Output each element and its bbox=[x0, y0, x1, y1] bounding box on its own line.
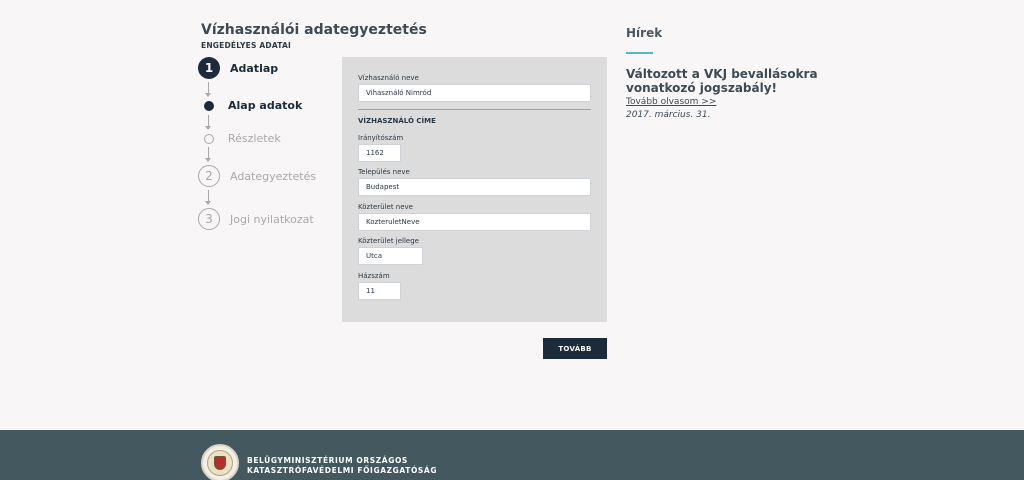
footer-org-line1: BELÜGYMINISZTÉRIUM ORSZÁGOS bbox=[247, 456, 408, 465]
street-input[interactable]: KozteruletNeve bbox=[358, 213, 591, 231]
footer-org-line2: KATASZTRÓFAVÉDELMI FŐIGAZGATÓSÁG bbox=[247, 466, 438, 475]
footer: BELÜGYMINISZTÉRIUM ORSZÁGOS KATASZTRÓFAV… bbox=[0, 430, 1024, 480]
street-type-label: Közterület jellege bbox=[358, 237, 419, 245]
city-input[interactable]: Budapest bbox=[358, 178, 591, 196]
step-label-reszletek: Részletek bbox=[228, 132, 281, 145]
house-number-label: Házszám bbox=[358, 272, 390, 280]
step-connector bbox=[205, 190, 211, 205]
street-label: Közterület neve bbox=[358, 203, 413, 211]
page-title: Vízhasználói adategyeztetés bbox=[201, 22, 427, 38]
address-section-title: VÍZHASZNÁLÓ CÍME bbox=[358, 117, 436, 125]
step-connector bbox=[205, 147, 211, 162]
step-number-1: 1 bbox=[198, 57, 220, 79]
stepper: 1 Adatlap Alap adatok Részletek 2 Adateg… bbox=[198, 57, 338, 237]
step-adategyeztetes[interactable]: 2 Adategyeztetés bbox=[198, 165, 316, 187]
step-dot-icon bbox=[204, 133, 214, 144]
news-read-more-link[interactable]: Tovább olvasom >> bbox=[626, 97, 716, 107]
zip-input[interactable]: 1162 bbox=[358, 144, 401, 162]
step-reszletek[interactable]: Részletek bbox=[198, 132, 281, 145]
house-number-input[interactable]: 11 bbox=[358, 282, 401, 300]
page-subtitle: ENGEDÉLYES ADATAI bbox=[201, 41, 291, 50]
current-step-dot-icon bbox=[204, 100, 214, 111]
news-date: 2017. március. 31. bbox=[626, 110, 711, 120]
zip-label: Irányítószám bbox=[358, 134, 404, 142]
user-name-label: Vízhasználó neve bbox=[358, 74, 419, 82]
footer-org-name: BELÜGYMINISZTÉRIUM ORSZÁGOS KATASZTRÓFAV… bbox=[247, 456, 437, 476]
step-number-2: 2 bbox=[198, 165, 220, 187]
news-title: Változott a VKJ bevallásokra vonatkozó j… bbox=[626, 67, 818, 95]
step-label-adategyeztetes: Adategyeztetés bbox=[230, 169, 317, 183]
next-button[interactable]: TOVÁBB bbox=[543, 338, 607, 359]
user-name-input[interactable]: Vihasználó Nimród bbox=[358, 84, 591, 102]
step-connector bbox=[205, 82, 211, 97]
city-label: Település neve bbox=[358, 168, 410, 176]
step-jogi-nyilatkozat[interactable]: 3 Jogi nyilatkozat bbox=[198, 208, 314, 230]
step-label-alap-adatok: Alap adatok bbox=[228, 99, 303, 112]
step-label-jogi-nyilatkozat: Jogi nyilatkozat bbox=[230, 212, 314, 226]
news-heading: Hírek bbox=[626, 26, 663, 40]
step-connector bbox=[205, 115, 211, 130]
street-type-input[interactable]: Utca bbox=[358, 247, 423, 265]
step-adatlap[interactable]: 1 Adatlap bbox=[198, 57, 278, 79]
news-heading-underline bbox=[626, 52, 653, 54]
emblem-logo-icon bbox=[201, 444, 239, 480]
step-alap-adatok[interactable]: Alap adatok bbox=[198, 99, 302, 112]
step-number-3: 3 bbox=[198, 208, 220, 230]
section-divider bbox=[358, 109, 591, 110]
form-panel: Vízhasználó neve Vihasználó Nimród VÍZHA… bbox=[342, 57, 607, 322]
step-label-adatlap: Adatlap bbox=[230, 61, 279, 75]
